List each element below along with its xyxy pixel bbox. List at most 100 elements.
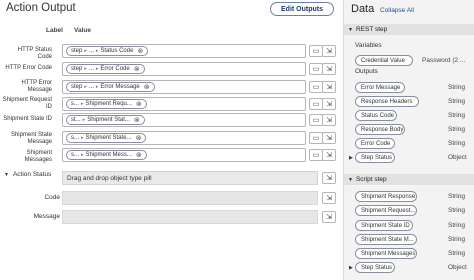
row-label-http-status-code: HTTP Status Code [17, 47, 52, 60]
remove-pill-icon[interactable]: ⊗ [144, 83, 150, 91]
data-pill-picker-button[interactable]: ⇲ [322, 81, 336, 93]
data-pill[interactable]: s... ▸ Shipment Requ... ⊗ [66, 99, 147, 109]
data-pill-icon: ⇲ [326, 84, 332, 91]
expand-triangle-icon[interactable]: ▶ [349, 155, 353, 161]
data-pill-picker-button[interactable]: ⇲ [322, 192, 336, 204]
remove-pill-icon[interactable]: ⊗ [134, 65, 140, 73]
row-label-http-error-code: HTTP Error Code [5, 65, 52, 71]
data-panel: Data Collapse All ▼ REST step Variables … [343, 0, 474, 280]
data-pill-response-body[interactable]: Response Body [355, 124, 405, 135]
folder-icon: ▭ [312, 101, 320, 108]
remove-pill-icon[interactable]: ⊗ [137, 47, 143, 55]
data-pill-response-headers[interactable]: Response Headers [355, 96, 419, 107]
section-script-step-label: Script step [355, 176, 387, 183]
pill-picker-button[interactable]: ▭ [309, 63, 323, 75]
data-pill-picker-button[interactable]: ⇲ [322, 98, 336, 110]
outputs-heading: Outputs [355, 68, 378, 75]
data-pill-icon: ⇲ [326, 66, 332, 73]
data-pill-picker-button[interactable]: ⇲ [322, 45, 336, 57]
data-type: String [448, 207, 465, 214]
pill-field: Error Message [100, 84, 140, 90]
data-pill[interactable]: s... ▸ Shipment Mess... ⊗ [66, 150, 147, 160]
data-pill-picker-button[interactable]: ⇲ [322, 211, 336, 223]
data-type: String [448, 112, 465, 119]
pill-picker-button[interactable]: ▭ [309, 149, 323, 161]
collapse-all-link[interactable]: Collapse All [380, 7, 414, 14]
data-type: String [448, 250, 465, 257]
pill-field: Shipment Mess... [85, 152, 132, 158]
data-pill[interactable]: step ▸ ... ▸ Error Message ⊗ [66, 82, 155, 92]
section-rest-step[interactable]: ▼ REST step [344, 24, 474, 35]
pill-step: s... [71, 152, 80, 158]
folder-icon: ▭ [312, 152, 320, 159]
value-field-shipment-request-id[interactable]: s... ▸ Shipment Requ... ⊗ [62, 97, 306, 111]
data-pill-status-code[interactable]: Status Code [355, 110, 397, 121]
expand-triangle-icon[interactable]: ▶ [349, 265, 353, 271]
value-field-shipment-state-message[interactable]: s... ▸ Shipment State... ⊗ [62, 131, 306, 145]
action-output-panel: Action Output Edit Outputs Label Value H… [0, 0, 343, 280]
pill-separator-icon: ▸ [95, 66, 99, 72]
data-pill-picker-button[interactable]: ⇲ [322, 63, 336, 75]
folder-icon: ▭ [312, 66, 320, 73]
pill-separator-icon: ▸ [81, 135, 84, 141]
data-pill-picker-button[interactable]: ⇲ [322, 149, 336, 161]
pill-picker-button[interactable]: ▭ [309, 114, 323, 126]
row-label-shipment-request-id: Shipment Request ID [2, 97, 52, 110]
code-field[interactable] [62, 191, 318, 205]
data-pill[interactable]: step ▸ ... ▸ Error Code ⊗ [66, 64, 145, 74]
action-status-toggle[interactable]: ▼ Action Status [4, 171, 51, 178]
value-field-http-error-code[interactable]: step ▸ ... ▸ Error Code ⊗ [62, 62, 306, 76]
pill-separator-icon: ▸ [82, 117, 86, 123]
pill-step: s... [71, 101, 80, 107]
remove-pill-icon[interactable]: ⊗ [134, 116, 140, 124]
pill-mid: ... [88, 84, 94, 90]
data-pill-shipment-messages[interactable]: Shipment Messages [355, 248, 417, 259]
pill-picker-button[interactable]: ▭ [309, 98, 323, 110]
folder-icon: ▭ [312, 117, 320, 124]
remove-pill-icon[interactable]: ⊗ [136, 134, 142, 142]
row-label-shipment-state-id: Shipment State ID [3, 116, 52, 122]
folder-icon: ▭ [312, 135, 320, 142]
data-pill-picker-button[interactable]: ⇲ [322, 114, 336, 126]
data-pill[interactable]: st... ▸ Shipment Stat... ⊗ [66, 115, 145, 125]
data-pill-shipment-response[interactable]: Shipment Response [355, 191, 417, 202]
data-pill[interactable]: step ▸ ... ▸ Status Code ⊗ [66, 46, 149, 56]
data-pill-credential-value[interactable]: Credential Value [355, 55, 413, 66]
pill-step: step [71, 84, 83, 90]
edit-outputs-button[interactable]: Edit Outputs [270, 2, 334, 16]
data-pill-error-message[interactable]: Error Message [355, 82, 405, 93]
data-pill-picker-button[interactable]: ⇲ [322, 132, 336, 144]
data-pill-picker-button[interactable]: ⇲ [322, 172, 336, 184]
pill-picker-button[interactable]: ▭ [309, 132, 323, 144]
action-status-drop-zone[interactable]: Drag and drop object type pill [62, 171, 318, 185]
data-pill-step-status[interactable]: Step Status [355, 152, 395, 163]
section-script-step[interactable]: ▼ Script step [344, 174, 474, 185]
panel-title: Action Output [6, 2, 76, 14]
message-field[interactable] [62, 210, 318, 224]
remove-pill-icon[interactable]: ⊗ [136, 151, 142, 159]
data-pill-shipment-request[interactable]: Shipment Request... [355, 205, 417, 216]
value-field-http-status-code[interactable]: step ▸ ... ▸ Status Code ⊗ [62, 44, 306, 58]
chevron-down-icon: ▼ [348, 26, 353, 33]
data-pill-shipment-state-message[interactable]: Shipment State M... [355, 234, 417, 245]
value-field-shipment-messages[interactable]: s... ▸ Shipment Mess... ⊗ [62, 148, 306, 162]
row-label-shipment-messages: Shipment Messages [24, 150, 52, 163]
data-pill-error-code[interactable]: Error Code [355, 138, 395, 149]
pill-picker-button[interactable]: ▭ [309, 81, 323, 93]
action-status-label: Action Status [12, 171, 52, 178]
column-header-label: Label [46, 27, 63, 34]
row-label-http-error-message: HTTP Error Message [21, 80, 52, 93]
data-type: String [448, 84, 465, 91]
value-field-shipment-state-id[interactable]: st... ▸ Shipment Stat... ⊗ [62, 113, 306, 127]
data-pill-step-status[interactable]: Step Status [355, 262, 395, 273]
pill-separator-icon: ▸ [84, 66, 87, 72]
pill-picker-button[interactable]: ▭ [309, 45, 323, 57]
message-label: Message [33, 213, 60, 220]
data-type: String [448, 236, 465, 243]
data-pill-shipment-state-id[interactable]: Shipment State ID [355, 220, 413, 231]
column-header-value: Value [74, 27, 91, 34]
data-pill[interactable]: s... ▸ Shipment State... ⊗ [66, 133, 147, 143]
pill-separator-icon: ▸ [95, 84, 99, 90]
value-field-http-error-message[interactable]: step ▸ ... ▸ Error Message ⊗ [62, 80, 306, 94]
remove-pill-icon[interactable]: ⊗ [136, 100, 142, 108]
